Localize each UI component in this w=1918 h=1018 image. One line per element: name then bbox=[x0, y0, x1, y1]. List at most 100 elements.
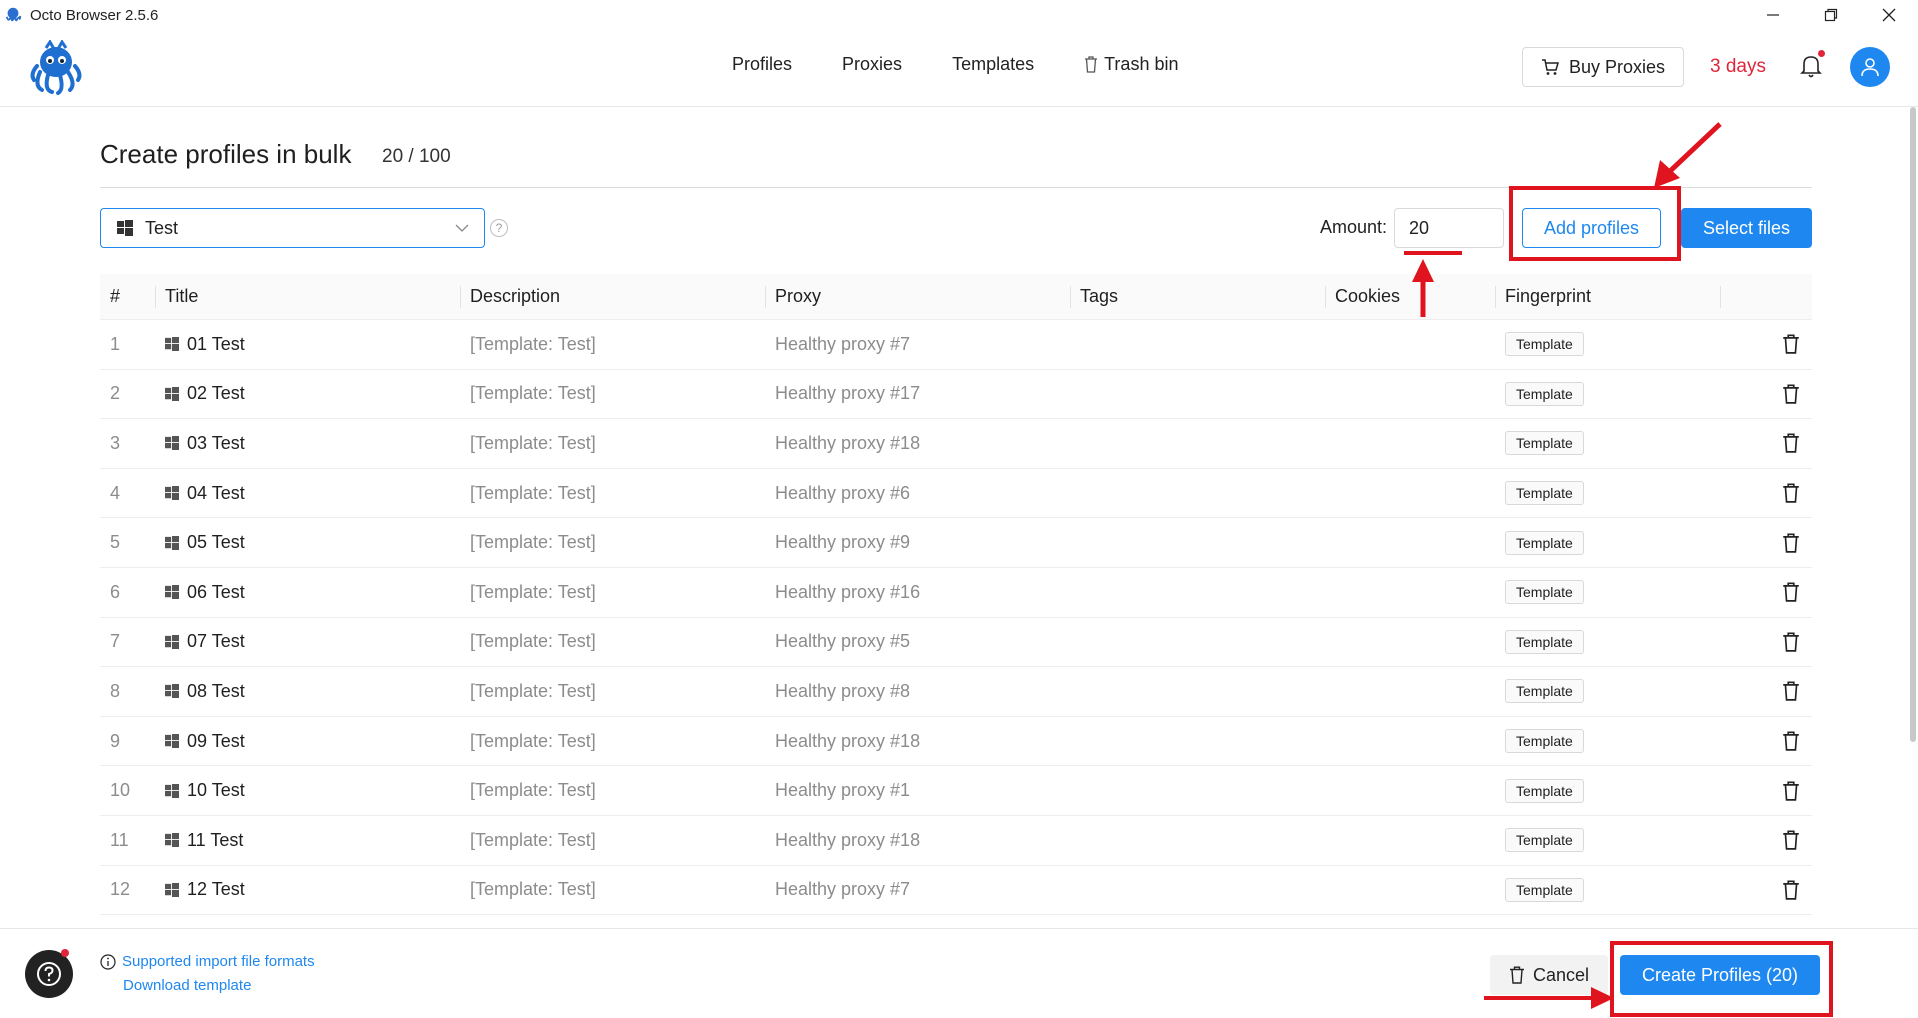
delete-row-icon[interactable] bbox=[1782, 830, 1800, 850]
fingerprint-template-badge[interactable]: Template bbox=[1505, 332, 1584, 357]
row-fingerprint: Template bbox=[1495, 729, 1720, 754]
row-proxy[interactable]: Healthy proxy #9 bbox=[765, 532, 1070, 553]
row-description[interactable]: [Template: Test] bbox=[460, 483, 765, 504]
row-title[interactable]: 07 Test bbox=[187, 631, 245, 652]
delete-row-icon[interactable] bbox=[1782, 483, 1800, 503]
row-description[interactable]: [Template: Test] bbox=[460, 433, 765, 454]
row-description[interactable]: [Template: Test] bbox=[460, 383, 765, 404]
fingerprint-template-badge[interactable]: Template bbox=[1505, 828, 1584, 853]
delete-row-icon[interactable] bbox=[1782, 433, 1800, 454]
minimize-button[interactable] bbox=[1744, 0, 1802, 30]
nav-templates[interactable]: Templates bbox=[952, 54, 1034, 75]
row-proxy[interactable]: Healthy proxy #1 bbox=[765, 780, 1070, 801]
row-description[interactable]: [Template: Test] bbox=[460, 731, 765, 752]
row-description[interactable]: [Template: Test] bbox=[460, 681, 765, 702]
nav-profiles-label: Profiles bbox=[732, 54, 793, 74]
delete-row-icon[interactable] bbox=[1782, 681, 1800, 702]
download-template-link[interactable]: Download template bbox=[123, 977, 251, 994]
fingerprint-template-badge[interactable]: Template bbox=[1505, 530, 1584, 555]
table-row: 12 12 Test [Template: Test] Healthy proxy #… bbox=[100, 866, 1812, 916]
windows-icon bbox=[165, 337, 179, 352]
nav-proxies[interactable]: Proxies bbox=[842, 54, 902, 75]
row-title[interactable]: 01 Test bbox=[187, 334, 245, 355]
delete-row-icon[interactable] bbox=[1782, 781, 1800, 801]
row-description[interactable]: [Template: Test] bbox=[460, 582, 765, 603]
delete-row-icon[interactable] bbox=[1782, 632, 1800, 652]
row-title[interactable]: 12 Test bbox=[187, 879, 245, 900]
fingerprint-template-badge[interactable]: Template bbox=[1505, 629, 1584, 654]
row-proxy[interactable]: Healthy proxy #18 bbox=[765, 731, 1070, 752]
delete-row-icon[interactable] bbox=[1782, 880, 1800, 900]
subscription-days-left[interactable]: 3 days bbox=[1710, 56, 1766, 78]
windows-icon bbox=[165, 833, 179, 848]
row-description[interactable]: [Template: Test] bbox=[460, 334, 765, 355]
help-button[interactable] bbox=[25, 950, 73, 998]
row-number: 3 bbox=[110, 432, 121, 453]
row-proxy[interactable]: Healthy proxy #5 bbox=[765, 631, 1070, 652]
fingerprint-template-badge[interactable]: Template bbox=[1505, 580, 1584, 605]
row-proxy[interactable]: Healthy proxy #17 bbox=[765, 383, 1070, 404]
row-proxy[interactable]: Healthy proxy #6 bbox=[765, 483, 1070, 504]
supported-formats-link[interactable]: Supported import file formats bbox=[100, 953, 315, 970]
delete-row-icon[interactable] bbox=[1782, 384, 1800, 404]
row-description[interactable]: [Template: Test] bbox=[460, 780, 765, 801]
row-title[interactable]: 10 Test bbox=[187, 780, 245, 801]
row-title[interactable]: 09 Test bbox=[187, 731, 245, 752]
nav-trash-bin[interactable]: Trash bin bbox=[1084, 54, 1178, 75]
row-title[interactable]: 08 Test bbox=[187, 681, 245, 702]
fingerprint-template-badge[interactable]: Template bbox=[1505, 481, 1584, 506]
row-proxy[interactable]: Healthy proxy #7 bbox=[765, 879, 1070, 900]
user-avatar[interactable] bbox=[1850, 47, 1890, 87]
buy-proxies-button[interactable]: Buy Proxies bbox=[1522, 47, 1684, 87]
nav-profiles[interactable]: Profiles bbox=[732, 54, 792, 75]
row-title[interactable]: 03 Test bbox=[187, 433, 245, 454]
restore-button[interactable] bbox=[1802, 0, 1860, 30]
row-number: 8 bbox=[110, 680, 121, 701]
trash-icon bbox=[1509, 966, 1524, 984]
profiles-table: # Title Description Proxy Tags Cookies F… bbox=[100, 274, 1812, 916]
column-header-description: Description bbox=[460, 274, 765, 320]
row-title-cell: 08 Test bbox=[155, 681, 460, 702]
fingerprint-template-badge[interactable]: Template bbox=[1505, 877, 1584, 902]
fingerprint-template-badge[interactable]: Template bbox=[1505, 778, 1584, 803]
fingerprint-template-badge[interactable]: Template bbox=[1505, 381, 1584, 406]
delete-row-icon[interactable] bbox=[1782, 334, 1800, 355]
row-proxy[interactable]: Healthy proxy #18 bbox=[765, 433, 1070, 454]
amount-input[interactable] bbox=[1394, 208, 1504, 248]
row-title[interactable]: 05 Test bbox=[187, 532, 245, 553]
table-row: 11 11 Test [Template: Test] Healthy proxy #… bbox=[100, 816, 1812, 866]
row-description[interactable]: [Template: Test] bbox=[460, 631, 765, 652]
close-button[interactable] bbox=[1860, 0, 1918, 30]
delete-row-icon[interactable] bbox=[1782, 582, 1800, 602]
row-proxy[interactable]: Healthy proxy #16 bbox=[765, 582, 1070, 603]
octo-logo[interactable] bbox=[28, 40, 84, 96]
row-description[interactable]: [Template: Test] bbox=[460, 879, 765, 900]
select-files-button[interactable]: Select files bbox=[1681, 208, 1812, 248]
cancel-button[interactable]: Cancel bbox=[1490, 955, 1608, 995]
table-header: # Title Description Proxy Tags Cookies F… bbox=[100, 274, 1812, 320]
fingerprint-template-badge[interactable]: Template bbox=[1505, 431, 1584, 456]
row-title[interactable]: 11 Test bbox=[187, 830, 243, 851]
fingerprint-template-badge[interactable]: Template bbox=[1505, 679, 1584, 704]
fingerprint-template-badge[interactable]: Template bbox=[1505, 729, 1584, 754]
delete-row-icon[interactable] bbox=[1782, 533, 1800, 553]
row-title[interactable]: 06 Test bbox=[187, 582, 245, 603]
page-scrollbar[interactable] bbox=[1910, 107, 1916, 742]
row-description[interactable]: [Template: Test] bbox=[460, 532, 765, 553]
row-proxy[interactable]: Healthy proxy #8 bbox=[765, 681, 1070, 702]
question-icon[interactable]: ? bbox=[490, 219, 508, 237]
row-proxy[interactable]: Healthy proxy #7 bbox=[765, 334, 1070, 355]
row-actions bbox=[1720, 384, 1812, 404]
delete-row-icon[interactable] bbox=[1782, 731, 1800, 751]
template-select[interactable]: Test bbox=[100, 208, 485, 248]
row-title[interactable]: 02 Test bbox=[187, 383, 245, 404]
row-description[interactable]: [Template: Test] bbox=[460, 830, 765, 851]
row-title[interactable]: 04 Test bbox=[187, 483, 245, 504]
row-title-cell: 05 Test bbox=[155, 532, 460, 553]
row-title-cell: 09 Test bbox=[155, 731, 460, 752]
row-fingerprint: Template bbox=[1495, 778, 1720, 803]
column-header-tags: Tags bbox=[1070, 274, 1325, 320]
row-proxy[interactable]: Healthy proxy #18 bbox=[765, 830, 1070, 851]
windows-icon bbox=[165, 486, 179, 501]
row-fingerprint: Template bbox=[1495, 332, 1720, 357]
